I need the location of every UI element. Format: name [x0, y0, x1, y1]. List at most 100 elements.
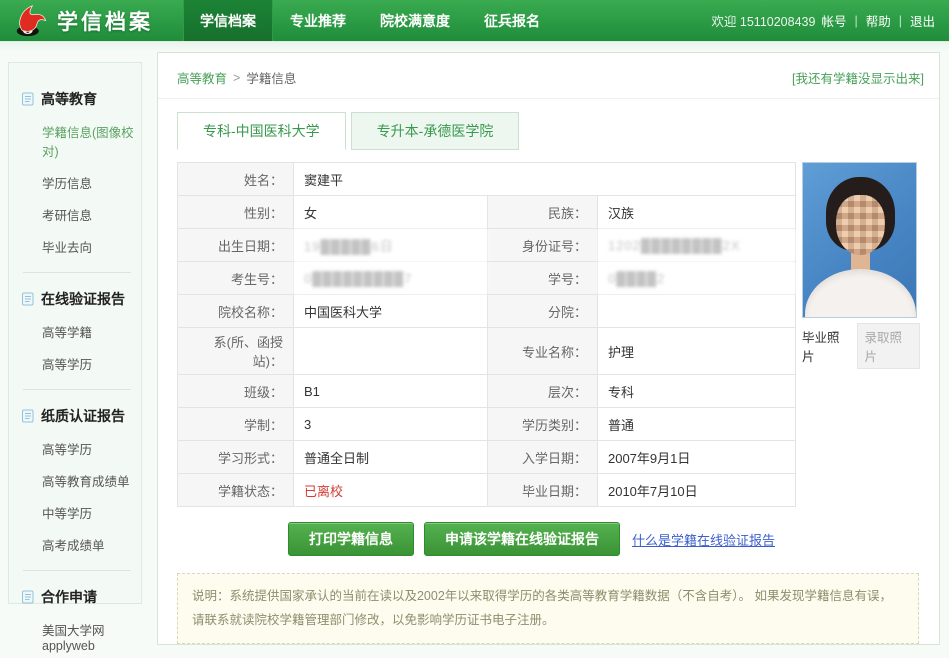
user-link-帐号[interactable]: 帐号 [821, 11, 846, 30]
document-icon [21, 92, 35, 106]
field-value: 0████2 [597, 262, 795, 295]
field-label: 学号： [487, 262, 597, 295]
welcome-text: 欢迎 15110208439 [711, 11, 815, 30]
field-label: 姓名： [177, 163, 293, 196]
field-label: 学习形式： [177, 441, 293, 474]
sidebar-item-学籍信息(图像校对)[interactable]: 学籍信息(图像校对) [42, 122, 135, 160]
sidebar-divider [23, 570, 131, 571]
sidebar-item-高等学历[interactable]: 高等学历 [42, 354, 135, 373]
field-value: 2007年9月1日 [597, 441, 795, 474]
field-value: 3 [293, 408, 487, 441]
sidebar-item-中等学历[interactable]: 中等学历 [42, 503, 135, 522]
field-value: 1202████████2X [597, 229, 795, 262]
apply-verification-button[interactable]: 申请该学籍在线验证报告 [424, 522, 620, 556]
field-label: 考生号： [177, 262, 293, 295]
sidebar-item-学历信息[interactable]: 学历信息 [42, 173, 135, 192]
top-header: 学信档案 学信档案专业推荐院校满意度征兵报名 欢迎 15110208439 帐号… [0, 0, 949, 42]
nav-item-征兵报名[interactable]: 征兵报名 [467, 0, 557, 41]
breadcrumb: 高等教育 > 学籍信息 [我还有学籍没显示出来] [158, 53, 939, 99]
sidebar-item-毕业去向[interactable]: 毕业去向 [42, 237, 135, 256]
sidebar-section-label: 高等教育 [41, 89, 97, 109]
record-table-body: 姓名：窦建平性别：女民族：汉族出生日期：19█████6日身份证号：1202██… [177, 163, 795, 507]
field-value: 汉族 [597, 196, 795, 229]
field-value: 女 [293, 196, 487, 229]
field-value: B1 [293, 375, 487, 408]
field-value: 护理 [597, 328, 795, 375]
sidebar-item-考研信息[interactable]: 考研信息 [42, 205, 135, 224]
what-is-verification-link[interactable]: 什么是学籍在线验证报告 [632, 530, 775, 549]
sidebar-section-title: 纸质认证报告 [21, 406, 135, 426]
more-records-link[interactable]: [我还有学籍没显示出来] [792, 68, 924, 87]
sidebar-section-label: 纸质认证报告 [41, 406, 125, 426]
photo-pixelated-face [836, 195, 885, 255]
photo-shirt [805, 269, 916, 318]
record-area: 姓名：窦建平性别：女民族：汉族出生日期：19█████6日身份证号：1202██… [177, 162, 920, 507]
document-icon [21, 409, 35, 423]
document-icon [21, 292, 35, 306]
photo-tab-毕业照片[interactable]: 毕业照片 [802, 327, 850, 365]
photo-tabs: 毕业照片录取照片 [802, 323, 920, 369]
field-label: 专业名称： [487, 328, 597, 375]
tab-专升本-承德医学院[interactable]: 专升本-承德医学院 [351, 112, 520, 150]
userbar-separator: | [854, 14, 857, 28]
field-label: 分院： [487, 295, 597, 328]
sidebar-item-高等学籍[interactable]: 高等学籍 [42, 322, 135, 341]
tab-专科-中国医科大学[interactable]: 专科-中国医科大学 [177, 112, 346, 150]
content-area: 高等教育学籍信息(图像校对) 学历信息考研信息毕业去向在线验证报告高等学籍高等学历… [0, 42, 949, 657]
field-label: 民族： [487, 196, 597, 229]
field-value: 0█████████7 [293, 262, 487, 295]
field-value: 中国医科大学 [293, 295, 487, 328]
record-row: 出生日期：19█████6日身份证号：1202████████2X [177, 229, 795, 262]
sidebar-section-label: 在线验证报告 [41, 289, 125, 309]
field-value: 窦建平 [293, 163, 795, 196]
record-row: 院校名称：中国医科大学分院： [177, 295, 795, 328]
sidebar-item-高等学历[interactable]: 高等学历 [42, 439, 135, 458]
nav-item-院校满意度[interactable]: 院校满意度 [363, 0, 467, 41]
breadcrumb-current: 学籍信息 [246, 68, 296, 87]
photo-tab-录取照片[interactable]: 录取照片 [857, 323, 921, 369]
record-row: 系(所、函授站)：专业名称：护理 [177, 328, 795, 375]
record-row: 班级：B1层次：专科 [177, 375, 795, 408]
sidebar-item-美国大学网applyweb[interactable]: 美国大学网applyweb [42, 620, 135, 653]
field-label: 学籍状态： [177, 474, 293, 507]
record-row: 姓名：窦建平 [177, 163, 795, 196]
sidebar-item-高等教育成绩单[interactable]: 高等教育成绩单 [42, 471, 135, 490]
sidebar-divider [23, 389, 131, 390]
field-label: 性别： [177, 196, 293, 229]
field-label: 院校名称： [177, 295, 293, 328]
nav-item-学信档案[interactable]: 学信档案 [183, 0, 273, 41]
user-link-退出[interactable]: 退出 [910, 11, 935, 30]
field-value [293, 328, 487, 375]
record-table: 姓名：窦建平性别：女民族：汉族出生日期：19█████6日身份证号：1202██… [177, 162, 796, 507]
record-row: 学习形式：普通全日制入学日期：2007年9月1日 [177, 441, 795, 474]
record-row: 学籍状态：已离校毕业日期：2010年7月10日 [177, 474, 795, 507]
top-nav: 学信档案专业推荐院校满意度征兵报名 [183, 0, 557, 41]
user-bar: 欢迎 15110208439 帐号|帮助|退出 [711, 0, 949, 41]
record-tabs: 专科-中国医科大学专升本-承德医学院 [177, 112, 939, 150]
sidebar-item-高考成绩单[interactable]: 高考成绩单 [42, 535, 135, 554]
field-label: 层次： [487, 375, 597, 408]
field-value: 2010年7月10日 [597, 474, 795, 507]
user-link-帮助[interactable]: 帮助 [866, 11, 891, 30]
nav-item-专业推荐[interactable]: 专业推荐 [273, 0, 363, 41]
field-label: 出生日期： [177, 229, 293, 262]
print-record-button[interactable]: 打印学籍信息 [288, 522, 414, 556]
record-row: 学制：3学历类别：普通 [177, 408, 795, 441]
logo-title: 学信档案 [57, 6, 153, 36]
document-icon [21, 590, 35, 604]
breadcrumb-parent-link[interactable]: 高等教育 [177, 68, 227, 87]
field-label: 入学日期： [487, 441, 597, 474]
field-value: 19█████6日 [293, 229, 487, 262]
photo-box: 毕业照片录取照片 [802, 162, 920, 507]
field-label: 班级： [177, 375, 293, 408]
field-value [597, 295, 795, 328]
record-row: 性别：女民族：汉族 [177, 196, 795, 229]
chsi-bird-logo-icon [14, 4, 47, 37]
field-label: 毕业日期： [487, 474, 597, 507]
disclaimer-note: 说明：系统提供国家承认的当前在读以及2002年以来取得学历的各类高等教育学籍数据… [177, 573, 919, 644]
field-value: 已离校 [293, 474, 487, 507]
sidebar: 高等教育学籍信息(图像校对) 学历信息考研信息毕业去向在线验证报告高等学籍高等学历… [8, 62, 142, 604]
sidebar-section-title: 合作申请 [21, 587, 135, 607]
student-photo [802, 162, 917, 318]
field-value: 普通 [597, 408, 795, 441]
